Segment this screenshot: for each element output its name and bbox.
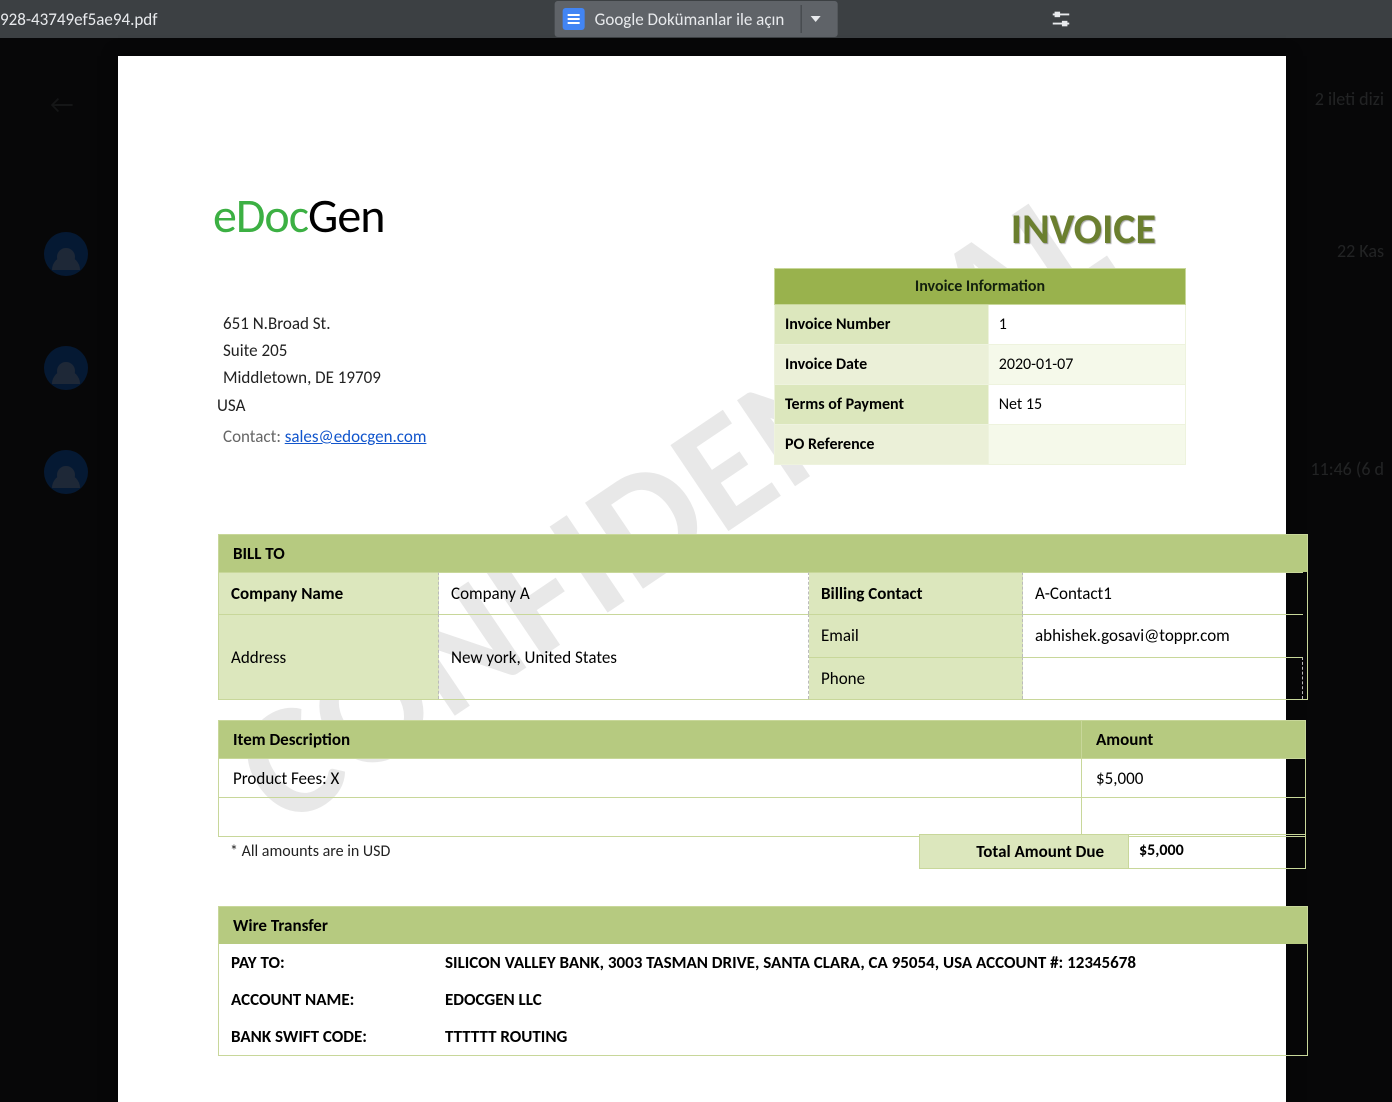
contact-line: Contact: sales@edocgen.com (223, 426, 426, 447)
company-name-label: Company Name (219, 572, 439, 614)
tune-icon[interactable] (1050, 8, 1072, 36)
open-with-dropdown[interactable] (800, 5, 829, 33)
pdf-viewer-toolbar: 928-43749ef5ae94.pdf Google Dokümanlar i… (0, 0, 1392, 38)
billing-contact-value: A-Contact1 (1023, 572, 1303, 614)
file-name: 928-43749ef5ae94.pdf (0, 9, 157, 30)
phone-label: Phone (809, 657, 1023, 700)
item-amount (1082, 798, 1306, 837)
wire-header: Wire Transfer (219, 907, 1307, 944)
address-value: New york, United States (439, 614, 809, 699)
info-val: 1 (988, 305, 1185, 345)
contact-label: Contact: (223, 426, 285, 447)
company-name-value: Company A (439, 572, 809, 614)
company-logo: eDocGen (213, 186, 384, 245)
email-label: Email (809, 614, 1023, 657)
open-with-label: Google Dokümanlar ile açın (595, 9, 785, 30)
phone-value (1023, 657, 1303, 700)
account-name-value: EDOCGEN LLC (433, 981, 1307, 1018)
info-val (988, 425, 1185, 465)
pay-to-value: SILICON VALLEY BANK, 3003 TASMAN DRIVE, … (433, 944, 1307, 981)
items-col-amount: Amount (1082, 721, 1306, 759)
address-country: USA (217, 392, 381, 419)
item-desc: Product Fees: X (219, 759, 1082, 798)
document-page: CONFIDENTIAL eDocGen INVOICE 651 N.Broad… (118, 56, 1286, 1102)
invoice-title: INVOICE (1011, 204, 1156, 255)
company-address: 651 N.Broad St. Suite 205 Middletown, DE… (223, 310, 381, 419)
info-key: Invoice Number (775, 305, 989, 345)
item-desc (219, 798, 1082, 837)
total-value: $5,000 (1129, 834, 1306, 869)
swift-label: BANK SWIFT CODE: (219, 1018, 433, 1055)
info-key: Terms of Payment (775, 385, 989, 425)
item-amount: $5,000 (1082, 759, 1306, 798)
address-line: 651 N.Broad St. (223, 310, 381, 337)
address-line: Suite 205 (223, 337, 381, 364)
items-footer: * All amounts are in USD Total Amount Du… (218, 834, 1306, 869)
chevron-down-icon (810, 16, 820, 22)
pay-to-label: PAY TO: (219, 944, 433, 981)
invoice-info-table: Invoice Information Invoice Number1 Invo… (774, 268, 1186, 465)
items-col-desc: Item Description (219, 721, 1082, 759)
bill-to-section: BILL TO Company Name Company A Billing C… (218, 534, 1308, 700)
address-line: Middletown, DE 19709 (223, 364, 381, 391)
info-key: PO Reference (775, 425, 989, 465)
contact-email-link[interactable]: sales@edocgen.com (285, 426, 427, 447)
logo-part1: eDoc (213, 186, 308, 245)
info-val: Net 15 (988, 385, 1185, 425)
logo-part2: Gen (308, 186, 384, 245)
invoice-info-header: Invoice Information (775, 269, 1186, 305)
swift-value: TTTTTT ROUTING (433, 1018, 1307, 1055)
bill-to-header: BILL TO (219, 535, 1307, 572)
items-table: Item Description Amount Product Fees: X$… (218, 720, 1306, 837)
total-label: Total Amount Due (919, 834, 1129, 869)
account-name-label: ACCOUNT NAME: (219, 981, 433, 1018)
currency-note: * All amounts are in USD (218, 836, 402, 867)
wire-transfer-section: Wire Transfer PAY TO: SILICON VALLEY BAN… (218, 906, 1308, 1056)
billing-contact-label: Billing Contact (809, 572, 1023, 614)
info-val: 2020-01-07 (988, 345, 1185, 385)
google-docs-icon (563, 8, 585, 30)
address-label: Address (219, 614, 439, 699)
info-key: Invoice Date (775, 345, 989, 385)
email-value: abhishek.gosavi@toppr.com (1023, 614, 1303, 657)
open-with-button[interactable]: Google Dokümanlar ile açın (555, 1, 838, 37)
